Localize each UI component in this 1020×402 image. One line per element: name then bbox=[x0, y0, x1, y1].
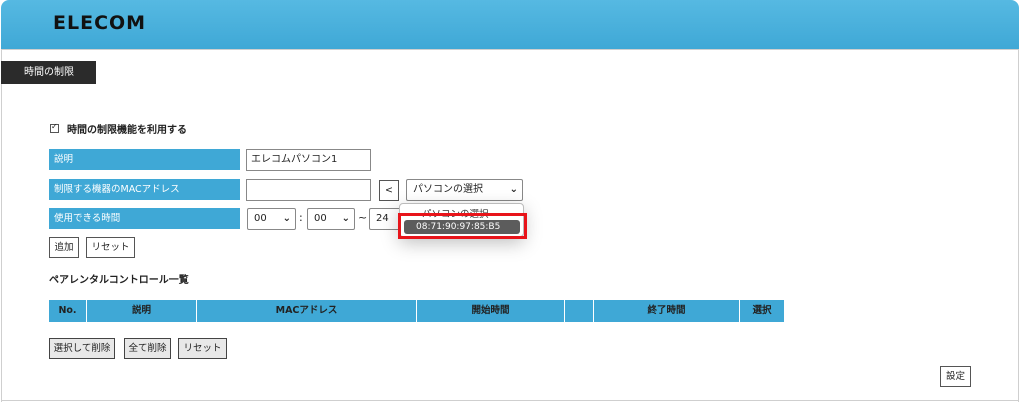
start-minute-select[interactable]: 00 ⌄ bbox=[307, 208, 355, 230]
delete-selected-button[interactable]: 選択して削除 bbox=[49, 338, 115, 359]
chevron-down-icon: ⌄ bbox=[282, 213, 291, 224]
column-header-description: 説明 bbox=[87, 300, 197, 322]
column-header-end-time: 終了時間 bbox=[594, 300, 740, 322]
column-header-no: No. bbox=[49, 300, 87, 322]
elecom-logo: ELECOM bbox=[53, 12, 147, 34]
start-hour-select[interactable]: 00 ⌄ bbox=[247, 208, 296, 230]
pc-select-dropdown[interactable]: パソコンの選択 ⌄ bbox=[406, 179, 523, 201]
chevron-down-icon: ⌄ bbox=[341, 213, 350, 224]
description-input[interactable]: エレコムパソコン1 bbox=[246, 149, 371, 171]
parental-control-list-title: ペアレンタルコントロール一覧 bbox=[49, 275, 189, 286]
column-header-spacer bbox=[565, 300, 594, 322]
time-colon: : bbox=[299, 211, 303, 224]
mac-address-label: 制限する機器のMACアドレス bbox=[49, 179, 240, 200]
pc-select-value: パソコンの選択 bbox=[413, 184, 483, 195]
frame-right bbox=[1018, 49, 1019, 402]
add-button[interactable]: 追加 bbox=[49, 237, 79, 258]
enable-time-limit-row[interactable]: 時間の制限機能を利用する bbox=[50, 121, 187, 136]
enable-time-limit-checkbox[interactable] bbox=[50, 122, 59, 133]
header-bar: ELECOM bbox=[1, 0, 1019, 49]
delete-all-button[interactable]: 全て削除 bbox=[124, 338, 171, 359]
section-tab-time-limit[interactable]: 時間の制限 bbox=[1, 61, 96, 84]
highlight-box bbox=[398, 213, 527, 239]
mac-address-input[interactable] bbox=[246, 179, 371, 201]
start-hour-value: 00 bbox=[254, 213, 267, 224]
description-label: 説明 bbox=[49, 149, 240, 170]
time-range-tilde: ~ bbox=[358, 211, 368, 224]
reset-form-button[interactable]: リセット bbox=[86, 237, 135, 258]
usage-time-label: 使用できる時間 bbox=[49, 208, 240, 229]
copy-mac-button[interactable]: < bbox=[379, 180, 399, 201]
start-minute-value: 00 bbox=[314, 213, 327, 224]
parental-control-table-header: No. 説明 MACアドレス 開始時間 終了時間 選択 bbox=[49, 300, 784, 322]
enable-time-limit-label: 時間の制限機能を利用する bbox=[67, 125, 187, 136]
end-hour-value: 24 bbox=[376, 213, 389, 224]
reset-list-button[interactable]: リセット bbox=[178, 338, 227, 359]
frame-divider bbox=[1, 49, 1019, 50]
column-header-select: 選択 bbox=[740, 300, 784, 322]
apply-button[interactable]: 設定 bbox=[940, 366, 971, 387]
column-header-mac: MACアドレス bbox=[197, 300, 417, 322]
frame-left bbox=[1, 49, 2, 402]
frame-bottom bbox=[1, 400, 1019, 401]
chevron-down-icon: ⌄ bbox=[509, 184, 518, 195]
column-header-start-time: 開始時間 bbox=[417, 300, 565, 322]
